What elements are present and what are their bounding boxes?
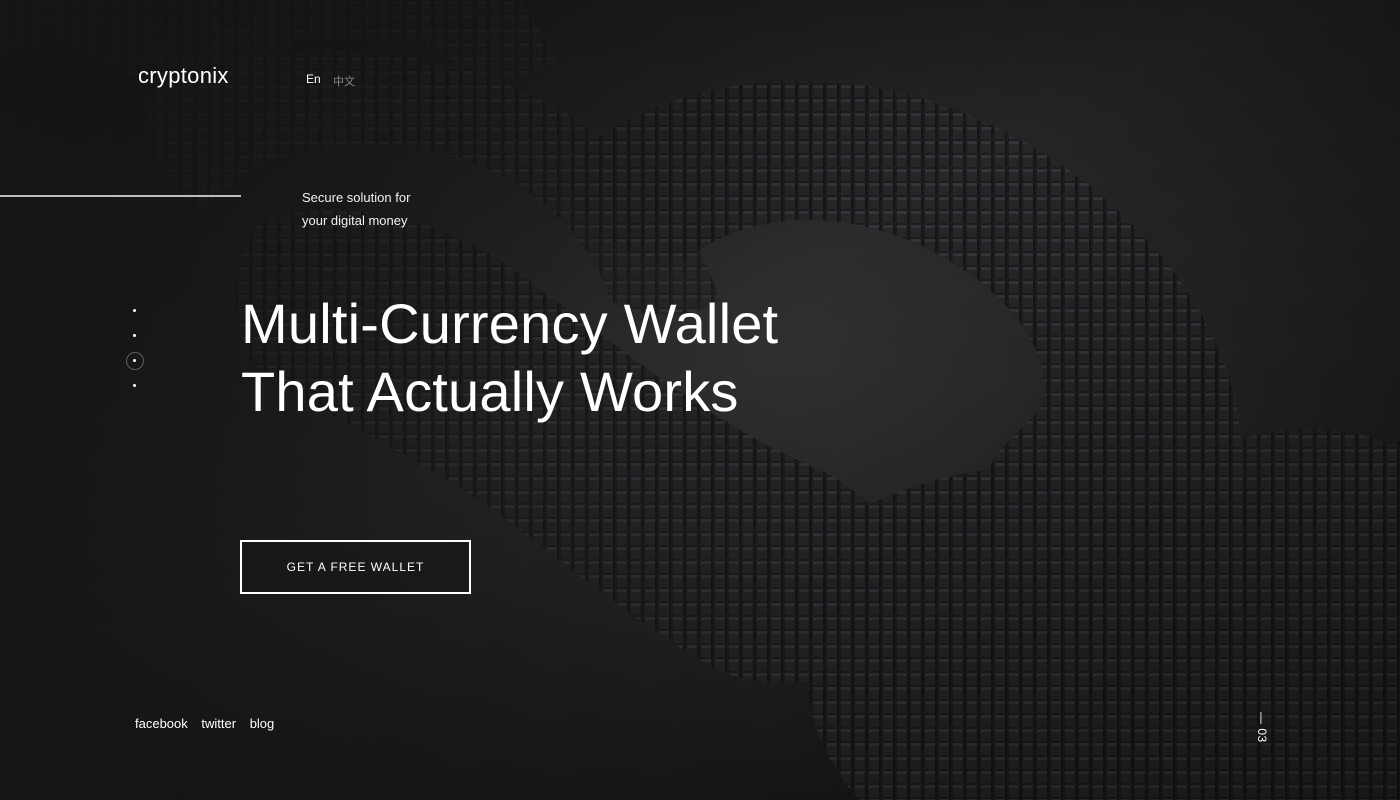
slider-dot-3-active[interactable] [126, 352, 144, 370]
social-links: facebook twitter blog [135, 716, 284, 731]
language-en-link[interactable]: En [306, 72, 321, 86]
tagline-line-2: your digital money [302, 213, 408, 228]
tagline-line-1: Secure solution for [302, 190, 411, 205]
tagline: Secure solution for your digital money [302, 186, 502, 232]
twitter-link[interactable]: twitter [201, 716, 236, 731]
hero-headline: Multi-Currency Wallet That Actually Work… [241, 290, 778, 426]
brand-logo[interactable]: cryptonix [138, 63, 229, 89]
hero-headline-line-1: Multi-Currency Wallet [241, 292, 779, 355]
slider-dot-1[interactable] [126, 302, 144, 320]
tagline-divider-line [0, 195, 241, 197]
slide-number-indicator: — 03 [1255, 712, 1269, 743]
facebook-link[interactable]: facebook [135, 716, 188, 731]
language-zh-link[interactable]: 中文 [333, 73, 355, 89]
blog-link[interactable]: blog [250, 716, 275, 731]
get-free-wallet-button[interactable]: GET A FREE WALLET [240, 540, 471, 594]
hero-headline-line-2: That Actually Works [241, 360, 739, 423]
slider-dot-4[interactable] [126, 377, 144, 395]
slider-dot-2[interactable] [126, 327, 144, 345]
slider-pagination [126, 302, 146, 402]
